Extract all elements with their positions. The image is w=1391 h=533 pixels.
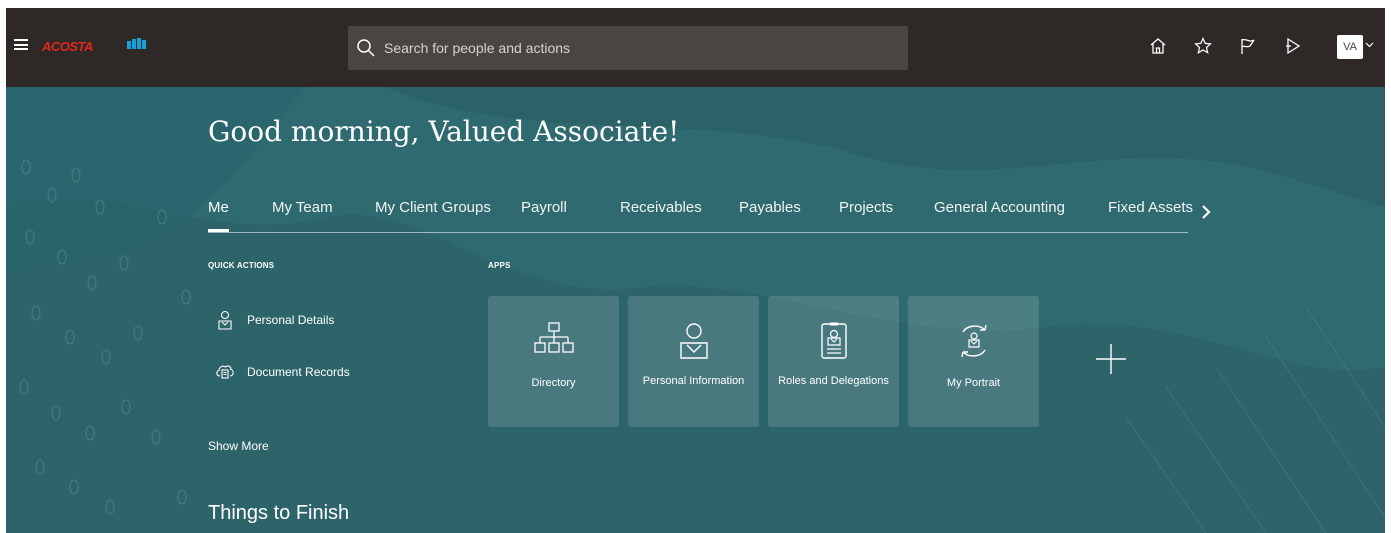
- quick-action-label: Document Records: [247, 365, 350, 379]
- portrait-icon: [960, 324, 987, 358]
- global-search[interactable]: [348, 26, 908, 70]
- quick-action-label: Personal Details: [247, 313, 335, 327]
- chevron-down-icon[interactable]: [1365, 42, 1374, 48]
- app-tile-label: Roles and Delegations: [778, 375, 889, 387]
- brand-mark-icon: [127, 38, 146, 49]
- app-tile-my-portrait[interactable]: My Portrait: [908, 296, 1039, 427]
- tab-my-client-groups[interactable]: My Client Groups: [375, 199, 491, 216]
- apps-heading: APPS: [488, 261, 511, 270]
- org-chart-icon: [533, 322, 574, 353]
- person-icon: [679, 323, 708, 359]
- app-tile-label: Personal Information: [642, 375, 745, 387]
- home-icon[interactable]: [1149, 37, 1167, 55]
- greeting-title: Good morning, Valued Associate!: [208, 115, 680, 148]
- springboard: Good morning, Valued Associate! Me My Te…: [6, 87, 1385, 533]
- tab-my-team[interactable]: My Team: [272, 199, 333, 216]
- tab-receivables[interactable]: Receivables: [620, 199, 702, 216]
- search-input[interactable]: [384, 36, 884, 60]
- app-tile-roles-and-delegations[interactable]: Roles and Delegations: [768, 296, 899, 427]
- tab-payroll[interactable]: Payroll: [521, 199, 567, 216]
- star-icon[interactable]: [1194, 37, 1212, 55]
- user-avatar[interactable]: VA: [1337, 35, 1363, 59]
- app-tile-personal-information[interactable]: Personal Information: [628, 296, 759, 427]
- springboard-tabs: Me My Team My Client Groups Payroll Rece…: [208, 199, 1193, 233]
- search-icon: [357, 39, 375, 57]
- tab-general-accounting[interactable]: General Accounting: [934, 199, 1065, 216]
- person-icon: [218, 310, 232, 330]
- flag-icon[interactable]: [1239, 37, 1257, 55]
- global-header: ACOSTA VA: [6, 8, 1385, 87]
- brand-logo[interactable]: ACOSTA: [42, 39, 93, 54]
- tab-me[interactable]: Me: [208, 199, 229, 232]
- app-frame: ACOSTA VA: [6, 8, 1385, 533]
- tab-payables[interactable]: Payables: [739, 199, 801, 216]
- tab-fixed-assets[interactable]: Fixed Assets: [1108, 199, 1193, 216]
- document-cloud-icon: [216, 365, 234, 379]
- app-tile-label: Directory: [531, 377, 576, 389]
- tab-projects[interactable]: Projects: [839, 199, 893, 216]
- chevron-right-icon[interactable]: [1200, 204, 1212, 220]
- add-icon[interactable]: [1094, 342, 1128, 376]
- app-tile-label: My Portrait: [946, 377, 1001, 389]
- show-more-link[interactable]: Show More: [208, 439, 269, 453]
- badge-icon: [820, 322, 847, 359]
- notifications-icon[interactable]: [1284, 37, 1302, 55]
- menu-icon[interactable]: [14, 39, 28, 50]
- things-to-finish-heading: Things to Finish: [208, 502, 350, 524]
- quick-actions-heading: QUICK ACTIONS: [208, 261, 275, 270]
- app-tile-directory[interactable]: Directory: [488, 296, 619, 427]
